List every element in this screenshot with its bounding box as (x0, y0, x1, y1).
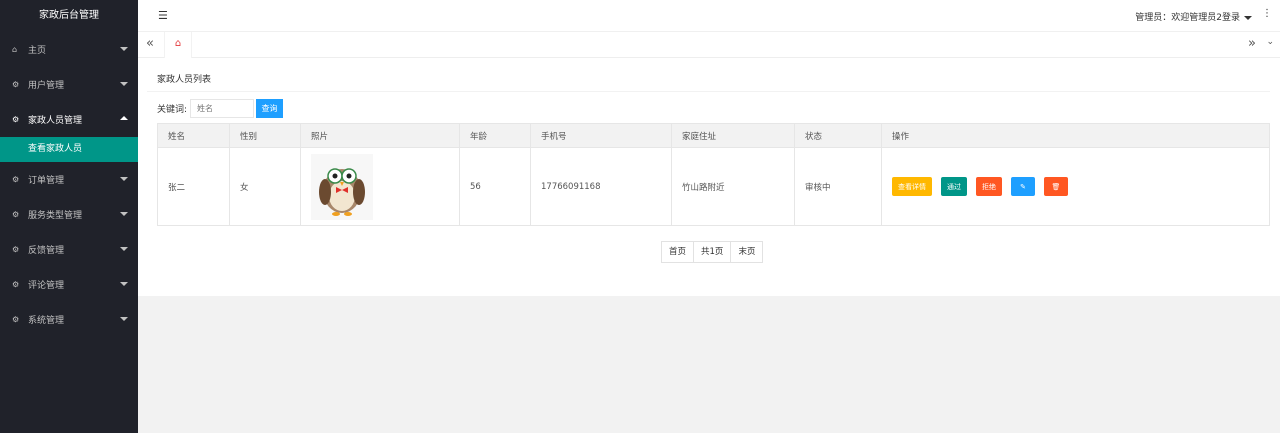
column-header: 状态 (794, 123, 882, 148)
gear-icon: ⚙ (12, 80, 20, 89)
reject-button[interactable]: 拒绝 (976, 177, 1002, 196)
page-total: 共1页 (694, 242, 732, 262)
search-bar: 关键词: 查询 (157, 99, 284, 118)
top-bar: ☰ 管理员：欢迎管理员2登录 ⋮ (138, 0, 1280, 32)
scroll-left-icon[interactable]: « (146, 36, 154, 51)
column-header: 家庭住址 (671, 123, 795, 148)
column-header: 手机号 (530, 123, 672, 148)
cell-age: 56 (459, 147, 531, 226)
chevron-down-icon (120, 317, 128, 321)
sidebar-item-label: 反馈管理 (28, 246, 65, 256)
sidebar-item-label: 用户管理 (28, 81, 65, 91)
more-options-icon[interactable]: ⋮ (1262, 8, 1272, 19)
cell-gender: 女 (229, 147, 301, 226)
scroll-right-icon[interactable]: » (1248, 36, 1256, 51)
column-header: 姓名 (157, 123, 230, 148)
cell-address: 竹山路附近 (671, 147, 795, 226)
pagination: 首页 共1页 末页 (661, 241, 764, 263)
sidebar-item-service-types[interactable]: ⚙ 服务类型管理 (0, 197, 138, 232)
housekeeper-table: 姓名 性别 照片 年龄 手机号 家庭住址 状态 操作 张二 女 56 17766… (157, 123, 1270, 226)
chevron-down-icon (120, 177, 128, 181)
column-header: 性别 (229, 123, 301, 148)
sidebar-item-comments[interactable]: ⚙ 评论管理 (0, 267, 138, 302)
page-last[interactable]: 末页 (731, 242, 762, 262)
sidebar-item-label: 服务类型管理 (28, 211, 83, 221)
chevron-down-icon (120, 247, 128, 251)
gear-icon: ⚙ (12, 210, 20, 219)
cell-actions: 查看详情 通过 拒绝 ✎ 🗑 (881, 147, 1270, 226)
cell-name: 张二 (157, 147, 230, 226)
chevron-down-icon (120, 282, 128, 286)
edit-icon[interactable]: ✎ (1011, 177, 1035, 196)
sidebar-item-feedback[interactable]: ⚙ 反馈管理 (0, 232, 138, 267)
column-header: 年龄 (459, 123, 531, 148)
chevron-down-icon[interactable]: ⌄ (1266, 37, 1274, 47)
sidebar-item-label: 评论管理 (28, 281, 65, 291)
user-greeting: 管理员：欢迎管理员2登录 (1135, 13, 1240, 23)
sidebar-item-label: 订单管理 (28, 176, 65, 186)
sidebar: 家政后台管理 ⌂ 主页 ⚙ 用户管理 ⚙ 家政人员管理 查看家政人员 ⚙ 订单管… (0, 0, 138, 433)
chevron-down-icon (120, 47, 128, 51)
column-header: 操作 (881, 123, 1270, 148)
sidebar-item-label: 系统管理 (28, 316, 65, 326)
main-panel: 家政人员列表 关键词: 查询 姓名 性别 照片 年龄 手机号 家庭住址 状态 操… (147, 66, 1270, 288)
footer-area (138, 296, 1280, 433)
page-first[interactable]: 首页 (662, 242, 695, 262)
search-button[interactable]: 查询 (256, 99, 284, 118)
column-header: 照片 (300, 123, 460, 148)
panel-title: 家政人员列表 (157, 75, 212, 85)
divider (147, 91, 1270, 92)
approve-button[interactable]: 通过 (941, 177, 967, 196)
caret-down-icon (1244, 15, 1252, 20)
photo-owl (311, 153, 373, 220)
sidebar-item-system[interactable]: ⚙ 系统管理 (0, 302, 138, 337)
view-details-button[interactable]: 查看详情 (892, 177, 932, 196)
sidebar-item-housekeepers[interactable]: ⚙ 家政人员管理 (0, 102, 138, 137)
user-menu[interactable]: 管理员：欢迎管理员2登录 (1135, 10, 1252, 23)
sidebar-item-users[interactable]: ⚙ 用户管理 (0, 67, 138, 102)
search-input[interactable] (190, 99, 255, 118)
gear-icon: ⚙ (12, 315, 20, 324)
table-row: 张二 女 56 17766091168 竹山路附近 审核中 查看详情 通过 拒绝… (157, 147, 1270, 226)
sidebar-item-orders[interactable]: ⚙ 订单管理 (0, 162, 138, 197)
cell-photo (300, 147, 460, 226)
chevron-down-icon (120, 212, 128, 216)
app-title: 家政后台管理 (0, 0, 138, 32)
gear-icon: ⚙ (12, 245, 20, 254)
sidebar-item-label: 家政人员管理 (28, 116, 83, 126)
gear-icon: ⚙ (12, 115, 20, 124)
tab-home[interactable]: ⌂ (164, 32, 192, 59)
gear-icon: ⚙ (12, 280, 20, 289)
home-icon: ⌂ (12, 45, 18, 54)
tab-bar: « ⌂ » ⌄ (138, 32, 1280, 59)
chevron-down-icon (120, 82, 128, 86)
chevron-up-icon (120, 116, 128, 120)
delete-icon[interactable]: 🗑 (1044, 177, 1068, 196)
cell-phone: 17766091168 (530, 147, 672, 226)
search-label: 关键词: (157, 105, 188, 115)
menu-toggle-icon[interactable]: ☰ (158, 9, 168, 22)
sidebar-item-label: 主页 (28, 46, 47, 56)
sidebar-item-home[interactable]: ⌂ 主页 (0, 32, 138, 67)
sidebar-subitem-view-housekeepers[interactable]: 查看家政人员 (0, 137, 138, 162)
gear-icon: ⚙ (12, 175, 20, 184)
cell-status: 审核中 (794, 147, 882, 226)
